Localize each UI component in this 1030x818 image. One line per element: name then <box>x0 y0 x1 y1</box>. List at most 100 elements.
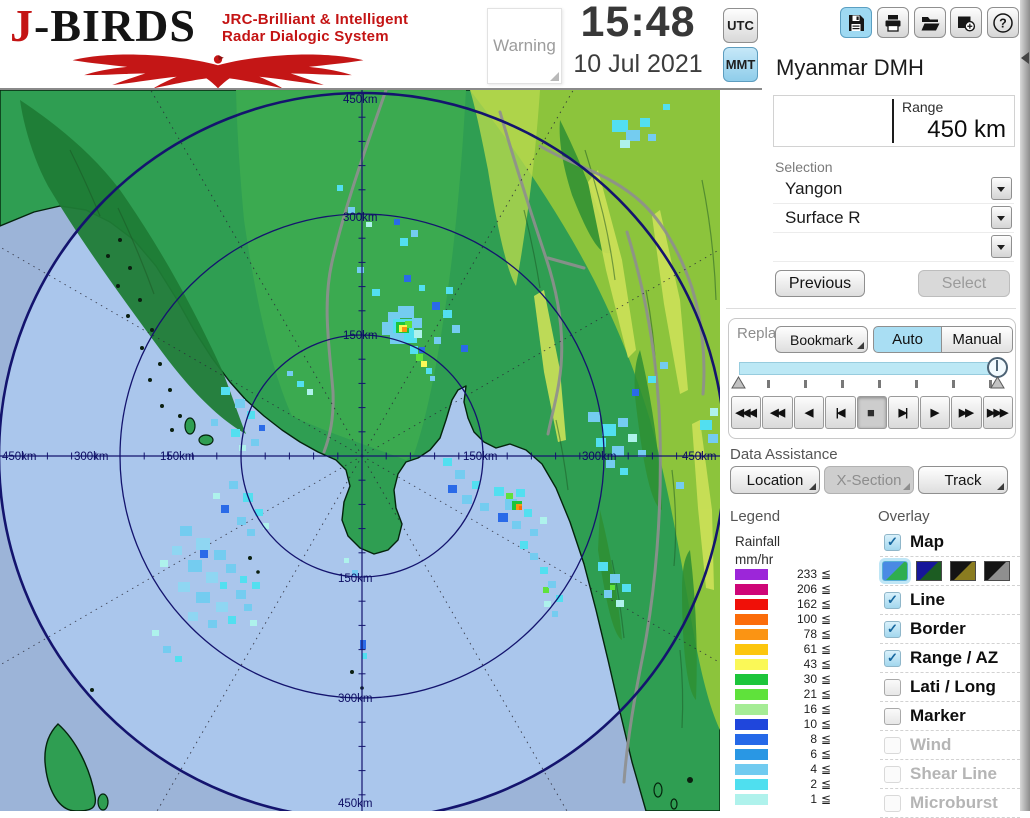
overlay-checkbox[interactable]: ✓ <box>884 592 901 609</box>
overlay-item[interactable]: Microburst <box>880 789 1020 818</box>
overlay-checkbox[interactable] <box>884 679 901 696</box>
slider-end-marker[interactable] <box>990 376 1005 389</box>
legend-item: 2≦ <box>735 778 847 793</box>
track-button[interactable]: Track <box>918 466 1008 494</box>
legend-item: 100≦ <box>735 613 847 628</box>
open-folder-icon <box>920 13 940 33</box>
auto-mode-button[interactable]: Auto <box>873 326 942 353</box>
overlay-checkbox <box>884 766 901 783</box>
legend-suffix: ≦ <box>821 792 831 806</box>
legend-value: 162 <box>773 597 817 611</box>
overlay-checkbox[interactable]: ✓ <box>884 621 901 638</box>
overlay-item[interactable]: Wind <box>880 731 1020 760</box>
overlay-item[interactable]: Shear Line <box>880 760 1020 789</box>
data-assistance-label: Data Assistance <box>730 446 838 463</box>
eagle-logo-icon <box>38 52 398 90</box>
playback-button-0[interactable]: ◀◀◀ <box>731 396 761 429</box>
legend-value: 1 <box>773 792 817 806</box>
overlay-item[interactable]: ✓Range / AZ <box>880 644 1020 673</box>
legend-suffix: ≦ <box>821 567 831 581</box>
product-dropdown-button[interactable] <box>991 206 1012 229</box>
legend-value: 43 <box>773 657 817 671</box>
overlay-item-label: Line <box>910 590 945 610</box>
radar-map[interactable]: 450km 300km 150km 150km 300km 450km 450k… <box>0 90 720 811</box>
map-style-swatch[interactable] <box>882 561 908 581</box>
clock-time: 15:48 <box>556 0 720 47</box>
slider-start-marker[interactable] <box>731 376 746 389</box>
legend-item: 78≦ <box>735 628 847 643</box>
legend-swatch <box>735 749 768 760</box>
bookmark-button[interactable]: Bookmark <box>775 326 868 353</box>
slider-tick <box>841 380 844 388</box>
overlay-label: Overlay <box>878 508 930 525</box>
svg-text:450km: 450km <box>338 798 373 810</box>
replay-slider-track[interactable] <box>739 362 1005 375</box>
open-folder-button[interactable] <box>914 7 946 38</box>
slider-tick <box>952 380 955 388</box>
replay-slider-handle[interactable] <box>987 357 1008 378</box>
range-divider <box>892 99 894 143</box>
select-button[interactable]: Select <box>918 270 1010 297</box>
x-section-button[interactable]: X-Section <box>824 466 914 494</box>
slider-tick <box>804 380 807 388</box>
previous-button[interactable]: Previous <box>775 270 865 297</box>
playback-button-8[interactable]: ▶▶▶ <box>983 396 1013 429</box>
help-button[interactable]: ? <box>987 7 1019 38</box>
overlay-checkbox <box>884 795 901 812</box>
playback-button-7[interactable]: ▶▶ <box>951 396 981 429</box>
legend-swatch <box>735 659 768 670</box>
legend-value: 4 <box>773 762 817 776</box>
warning-label: Warning <box>493 36 556 56</box>
utc-button[interactable]: UTC <box>723 8 758 43</box>
product-dropdown[interactable]: Surface R <box>773 204 1014 233</box>
legend-unit: mm/hr <box>735 552 773 567</box>
overlay-item[interactable]: ✓ Line <box>880 586 1020 615</box>
legend-value: 100 <box>773 612 817 626</box>
overlay-item[interactable]: Lati / Long <box>880 673 1020 702</box>
map-style-swatch[interactable] <box>950 561 976 581</box>
radar-display[interactable]: 450km 300km 150km 150km 300km 450km 450k… <box>0 90 720 811</box>
legend-item: 6≦ <box>735 748 847 763</box>
overlay-checkbox[interactable]: ✓ <box>884 534 901 551</box>
legend-value: 233 <box>773 567 817 581</box>
mmt-button[interactable]: MMT <box>723 47 758 82</box>
overlay-checkbox[interactable]: ✓ <box>884 650 901 667</box>
legend-item: 16≦ <box>735 703 847 718</box>
playback-button-6[interactable]: ▶ <box>920 396 950 429</box>
legend-swatch <box>735 794 768 805</box>
overlay-item[interactable]: ✓Map <box>880 528 1020 557</box>
legend-item: 30≦ <box>735 673 847 688</box>
map-style-swatch[interactable] <box>984 561 1010 581</box>
site-dropdown[interactable]: Yangon <box>773 175 1014 204</box>
logo-letter-j: J <box>10 0 34 51</box>
range-value: 450 km <box>927 116 1006 144</box>
playback-controls: ◀◀◀◀◀◀|◀■▶|▶▶▶▶▶▶ <box>731 396 1013 429</box>
legend-suffix: ≦ <box>821 687 831 701</box>
legend-item: 233 ≦ <box>735 568 847 583</box>
overlay-item[interactable]: ✓Border <box>880 615 1020 644</box>
playback-button-2[interactable]: ◀ <box>794 396 824 429</box>
legend-item: 43≦ <box>735 658 847 673</box>
overlay-item[interactable]: Marker <box>880 702 1020 731</box>
manual-mode-button[interactable]: Manual <box>942 326 1013 353</box>
svg-text:450km: 450km <box>682 451 717 463</box>
playback-button-4[interactable]: ■ <box>857 396 887 429</box>
print-button[interactable] <box>877 7 909 38</box>
save-icon <box>846 13 866 33</box>
overlay-checkbox[interactable] <box>884 708 901 725</box>
playback-button-5[interactable]: ▶| <box>888 396 918 429</box>
save-button[interactable] <box>840 7 872 38</box>
panel-collapse-strip[interactable] <box>1020 0 1030 811</box>
playback-button-3[interactable]: |◀ <box>825 396 855 429</box>
option-dropdown[interactable] <box>773 233 1014 262</box>
location-button[interactable]: Location <box>730 466 820 494</box>
selection-label: Selection <box>775 159 833 175</box>
legend-value: 8 <box>773 732 817 746</box>
capture-image-button[interactable] <box>950 7 982 38</box>
option-dropdown-button[interactable] <box>991 235 1012 258</box>
site-dropdown-button[interactable] <box>991 177 1012 200</box>
clock-date: 10 Jul 2021 <box>548 50 728 79</box>
logo-tagline: JRC-Brilliant & Intelligent Radar Dialog… <box>222 11 408 46</box>
map-style-swatch[interactable] <box>916 561 942 581</box>
playback-button-1[interactable]: ◀◀ <box>762 396 792 429</box>
